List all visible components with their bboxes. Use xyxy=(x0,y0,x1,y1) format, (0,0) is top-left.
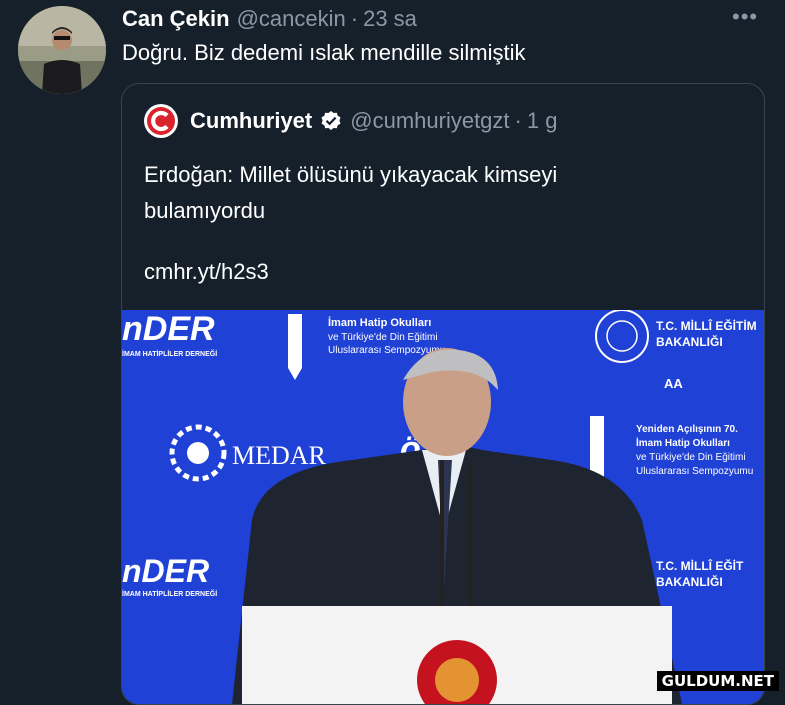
aa-logo: AA xyxy=(664,376,683,391)
reopen-line2: İmam Hatip Okulları xyxy=(636,436,730,449)
onder-sub: İMAM HATİPLİLER DERNEĞİ xyxy=(122,349,217,358)
svg-text:İMAM HATİPLİLER DERNEĞİ: İMAM HATİPLİLER DERNEĞİ xyxy=(122,589,217,598)
quoted-tweet-link[interactable]: cmhr.yt/h2s3 xyxy=(144,259,269,285)
quoted-tweet-header: Cumhuriyet @cumhuriyetgzt · 1 g xyxy=(144,104,558,144)
svg-text:T.C. MİLLÎ EĞİT: T.C. MİLLÎ EĞİT xyxy=(656,558,744,573)
tweet-text: Doğru. Biz dedemi ıslak mendille silmişt… xyxy=(122,40,526,65)
reopen-line3: ve Türkiye'de Din Eğitimi xyxy=(636,452,746,463)
svg-text:BAKANLIĞI: BAKANLIĞI xyxy=(656,574,723,589)
quoted-tweet-text: Erdoğan: Millet ölüsünü yıkayacak kimsey… xyxy=(144,157,684,229)
reopen-line4: Uluslararası Sempozyumu xyxy=(636,466,753,477)
more-icon[interactable]: ••• xyxy=(732,6,758,28)
header-separator: · xyxy=(350,6,359,31)
quoted-author-name[interactable]: Cumhuriyet xyxy=(190,108,312,134)
quoted-text-line: Erdoğan: Millet ölüsünü yıkayacak kimsey… xyxy=(144,162,558,187)
imam-sub1: ve Türkiye'de Din Eğitimi xyxy=(328,332,438,343)
author-handle[interactable]: @cancekin xyxy=(237,6,346,32)
site-watermark: GULDUM.NET xyxy=(656,671,779,691)
tweet-timestamp[interactable]: 23 sa xyxy=(363,6,417,32)
onder-logo: nDER xyxy=(122,310,215,348)
verified-badge-icon xyxy=(320,110,342,132)
medar-logo: MEDAR xyxy=(232,441,327,470)
imam-title: İmam Hatip Okulları xyxy=(328,316,431,329)
reopen-line1: Yeniden Açılışının 70. xyxy=(636,424,738,435)
author-name[interactable]: Can Çekin xyxy=(122,6,230,32)
author-avatar[interactable] xyxy=(18,6,106,94)
quoted-text-line: bulamıyordu xyxy=(144,198,266,223)
quoted-author-handle[interactable]: @cumhuriyetgzt xyxy=(350,108,509,134)
meb-line2: BAKANLIĞI xyxy=(656,334,723,349)
quoted-tweet-image[interactable]: nDER İMAM HATİPLİLER DERNEĞİ İmam Hatip … xyxy=(122,310,764,704)
meb-line1: T.C. MİLLÎ EĞİTİM xyxy=(656,318,757,333)
tweet-header: Can Çekin @cancekin · 23 sa xyxy=(122,6,417,32)
quoted-tweet[interactable]: Cumhuriyet @cumhuriyetgzt · 1 g Erdoğan:… xyxy=(121,83,765,705)
svg-text:nDER: nDER xyxy=(122,553,209,589)
cumhuriyet-logo-icon[interactable] xyxy=(144,104,178,138)
quoted-header-separator: · xyxy=(514,108,522,133)
pen-nib-icon xyxy=(288,314,302,368)
quoted-tweet-timestamp[interactable]: 1 g xyxy=(527,108,558,134)
